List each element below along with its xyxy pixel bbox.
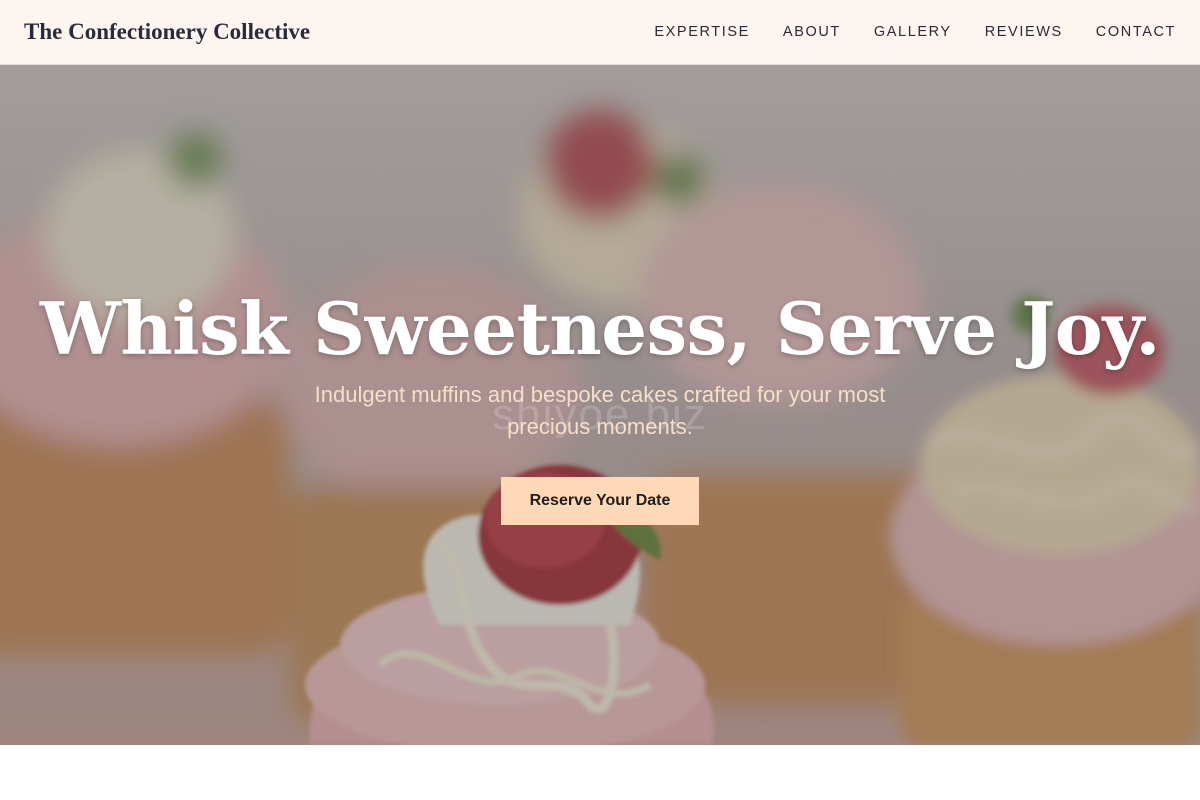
hero-content: Whisk Sweetness, Serve Joy. Indulgent mu… [0, 285, 1200, 525]
site-header: The Confectionery Collective EXPERTISE A… [0, 0, 1200, 65]
nav-link-reviews[interactable]: REVIEWS [985, 24, 1063, 40]
reserve-date-button[interactable]: Reserve Your Date [501, 477, 699, 525]
nav-item-expertise: EXPERTISE [654, 23, 750, 41]
nav-link-gallery[interactable]: GALLERY [874, 24, 952, 40]
main-nav: EXPERTISE ABOUT GALLERY REVIEWS CONTACT [654, 23, 1176, 41]
hero-title: Whisk Sweetness, Serve Joy. [40, 286, 1160, 371]
nav-item-reviews: REVIEWS [985, 23, 1063, 41]
nav-item-gallery: GALLERY [874, 23, 952, 41]
nav-link-expertise[interactable]: EXPERTISE [654, 24, 750, 40]
brand-logo-link[interactable]: The Confectionery Collective [24, 19, 310, 45]
nav-item-about: ABOUT [783, 23, 841, 41]
content-area [0, 745, 1200, 800]
nav-item-contact: CONTACT [1096, 23, 1176, 41]
hero-subtitle: Indulgent muffins and bespoke cakes craf… [314, 382, 886, 439]
nav-link-contact[interactable]: CONTACT [1096, 24, 1176, 40]
nav-link-about[interactable]: ABOUT [783, 24, 841, 40]
hero-section: shiyoe biz Whisk Sweetness, Serve Joy. I… [0, 65, 1200, 745]
